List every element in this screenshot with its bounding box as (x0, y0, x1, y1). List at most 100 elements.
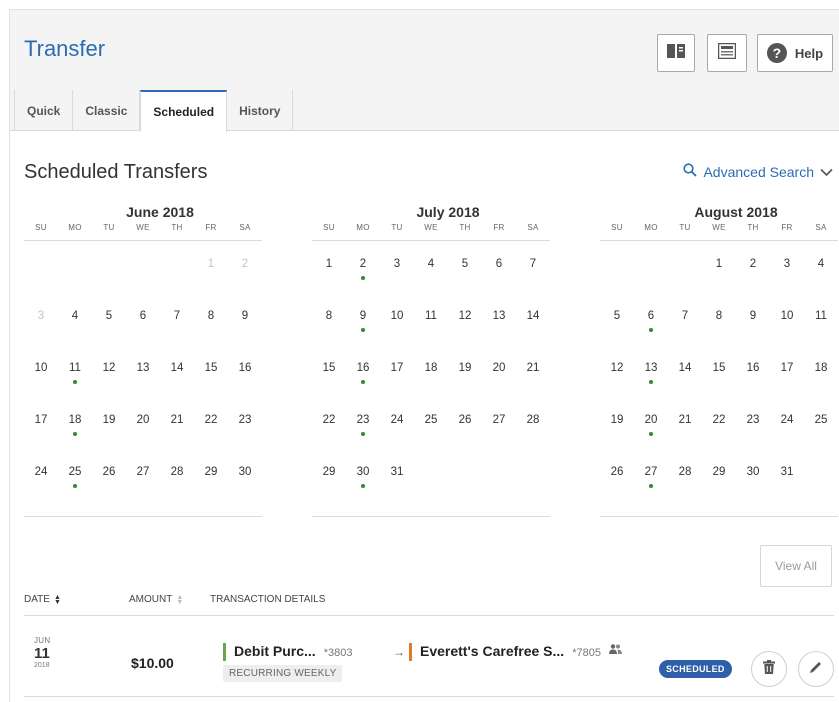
calendar-day[interactable]: 23 (346, 404, 380, 456)
calendar-day[interactable]: 29 (194, 456, 228, 508)
calendar-day[interactable]: 4 (804, 248, 838, 300)
calendar-day[interactable]: 11 (58, 352, 92, 404)
calendar-day[interactable]: 21 (668, 404, 702, 456)
calendar-day[interactable]: 12 (600, 352, 634, 404)
calendar-day[interactable]: 3 (24, 300, 58, 352)
calendar-day[interactable]: 10 (770, 300, 804, 352)
calendar-day[interactable]: 13 (482, 300, 516, 352)
edit-button[interactable] (798, 651, 834, 687)
calendar-day[interactable]: 10 (24, 352, 58, 404)
calendar-day[interactable]: 21 (516, 352, 550, 404)
calendar-day[interactable]: 23 (736, 404, 770, 456)
tab-quick[interactable]: Quick (14, 90, 74, 131)
calendar-day[interactable]: 20 (126, 404, 160, 456)
advanced-search-link[interactable]: Advanced Search (683, 163, 833, 180)
calendar-day[interactable]: 15 (194, 352, 228, 404)
statement-button[interactable] (707, 34, 747, 72)
calendar-day[interactable]: 9 (228, 300, 262, 352)
calendar-day[interactable]: 5 (600, 300, 634, 352)
calendar-day[interactable]: 29 (312, 456, 346, 508)
calendar-day[interactable]: 11 (414, 300, 448, 352)
calendar-day[interactable]: 18 (58, 404, 92, 456)
delete-button[interactable] (751, 651, 787, 687)
help-button[interactable]: ? Help (757, 34, 833, 72)
calendar-day[interactable]: 22 (702, 404, 736, 456)
calendar-day[interactable]: 28 (516, 404, 550, 456)
calendar-day[interactable]: 27 (126, 456, 160, 508)
calendar-day[interactable]: 30 (736, 456, 770, 508)
calendar-day[interactable]: 3 (770, 248, 804, 300)
calendar-day[interactable]: 1 (194, 248, 228, 300)
calendar-day[interactable]: 21 (160, 404, 194, 456)
calendar-day[interactable]: 13 (126, 352, 160, 404)
calendar-day[interactable]: 25 (414, 404, 448, 456)
calendar-day[interactable]: 26 (92, 456, 126, 508)
tab-scheduled[interactable]: Scheduled (140, 90, 228, 132)
calendar-day[interactable]: 30 (346, 456, 380, 508)
calendar-day[interactable]: 17 (380, 352, 414, 404)
calendar-day[interactable]: 7 (516, 248, 550, 300)
view-all-button[interactable]: View All (760, 545, 832, 587)
calendar-day[interactable]: 2 (228, 248, 262, 300)
calendar-day[interactable]: 1 (702, 248, 736, 300)
calendar-day[interactable]: 8 (312, 300, 346, 352)
calendar-day[interactable]: 6 (126, 300, 160, 352)
calendar-day[interactable]: 20 (482, 352, 516, 404)
calendar-day[interactable]: 20 (634, 404, 668, 456)
calendar-day[interactable]: 14 (668, 352, 702, 404)
calendar-day[interactable]: 24 (24, 456, 58, 508)
calendar-day[interactable]: 12 (92, 352, 126, 404)
calendar-day[interactable]: 15 (312, 352, 346, 404)
calendar-day[interactable]: 19 (600, 404, 634, 456)
calendar-day[interactable]: 30 (228, 456, 262, 508)
calendar-day[interactable]: 26 (600, 456, 634, 508)
table-row[interactable]: JUN 11 2018 $10.00 Debit Purc... *3803 →… (24, 625, 834, 697)
calendar-day[interactable]: 6 (482, 248, 516, 300)
calendar-day[interactable]: 15 (702, 352, 736, 404)
calendar-day[interactable]: 27 (634, 456, 668, 508)
calendar-day[interactable]: 9 (736, 300, 770, 352)
calendar-day[interactable]: 18 (414, 352, 448, 404)
calendar-day[interactable]: 2 (346, 248, 380, 300)
calendar-day[interactable]: 13 (634, 352, 668, 404)
calendar-day[interactable]: 8 (194, 300, 228, 352)
calendar-day[interactable]: 16 (228, 352, 262, 404)
calendar-day[interactable]: 16 (736, 352, 770, 404)
calendar-day[interactable]: 10 (380, 300, 414, 352)
calendar-day[interactable]: 29 (702, 456, 736, 508)
calendar-day[interactable]: 5 (448, 248, 482, 300)
calendar-day[interactable]: 8 (702, 300, 736, 352)
calendar-day[interactable]: 7 (160, 300, 194, 352)
calendar-day[interactable]: 25 (58, 456, 92, 508)
calendar-day[interactable]: 17 (770, 352, 804, 404)
calendar-day[interactable]: 26 (448, 404, 482, 456)
calendar-day[interactable]: 3 (380, 248, 414, 300)
tab-history[interactable]: History (227, 90, 294, 131)
calendar-day[interactable]: 22 (194, 404, 228, 456)
calendar-day[interactable]: 2 (736, 248, 770, 300)
calendar-day[interactable]: 24 (380, 404, 414, 456)
calendar-day[interactable]: 27 (482, 404, 516, 456)
calendar-day[interactable]: 25 (804, 404, 838, 456)
calendar-day[interactable]: 19 (92, 404, 126, 456)
calendar-day[interactable]: 11 (804, 300, 838, 352)
calendar-day[interactable]: 28 (668, 456, 702, 508)
tab-classic[interactable]: Classic (73, 90, 141, 131)
calendar-day[interactable]: 23 (228, 404, 262, 456)
date-column-header[interactable]: DATE ▲ ▼ (24, 594, 61, 606)
calendar-day[interactable]: 17 (24, 404, 58, 456)
calendar-day[interactable]: 7 (668, 300, 702, 352)
calendar-day[interactable]: 31 (380, 456, 414, 508)
calendar-day[interactable]: 14 (516, 300, 550, 352)
calendar-day[interactable]: 1 (312, 248, 346, 300)
calendar-day[interactable]: 9 (346, 300, 380, 352)
calendar-day[interactable]: 5 (92, 300, 126, 352)
calendar-day[interactable]: 18 (804, 352, 838, 404)
calendar-day[interactable]: 4 (414, 248, 448, 300)
calendar-day[interactable]: 28 (160, 456, 194, 508)
calendar-day[interactable]: 4 (58, 300, 92, 352)
calendar-day[interactable]: 22 (312, 404, 346, 456)
amount-column-header[interactable]: AMOUNT ▲ ▼ (129, 594, 183, 606)
book-button[interactable] (657, 34, 695, 72)
calendar-day[interactable]: 19 (448, 352, 482, 404)
